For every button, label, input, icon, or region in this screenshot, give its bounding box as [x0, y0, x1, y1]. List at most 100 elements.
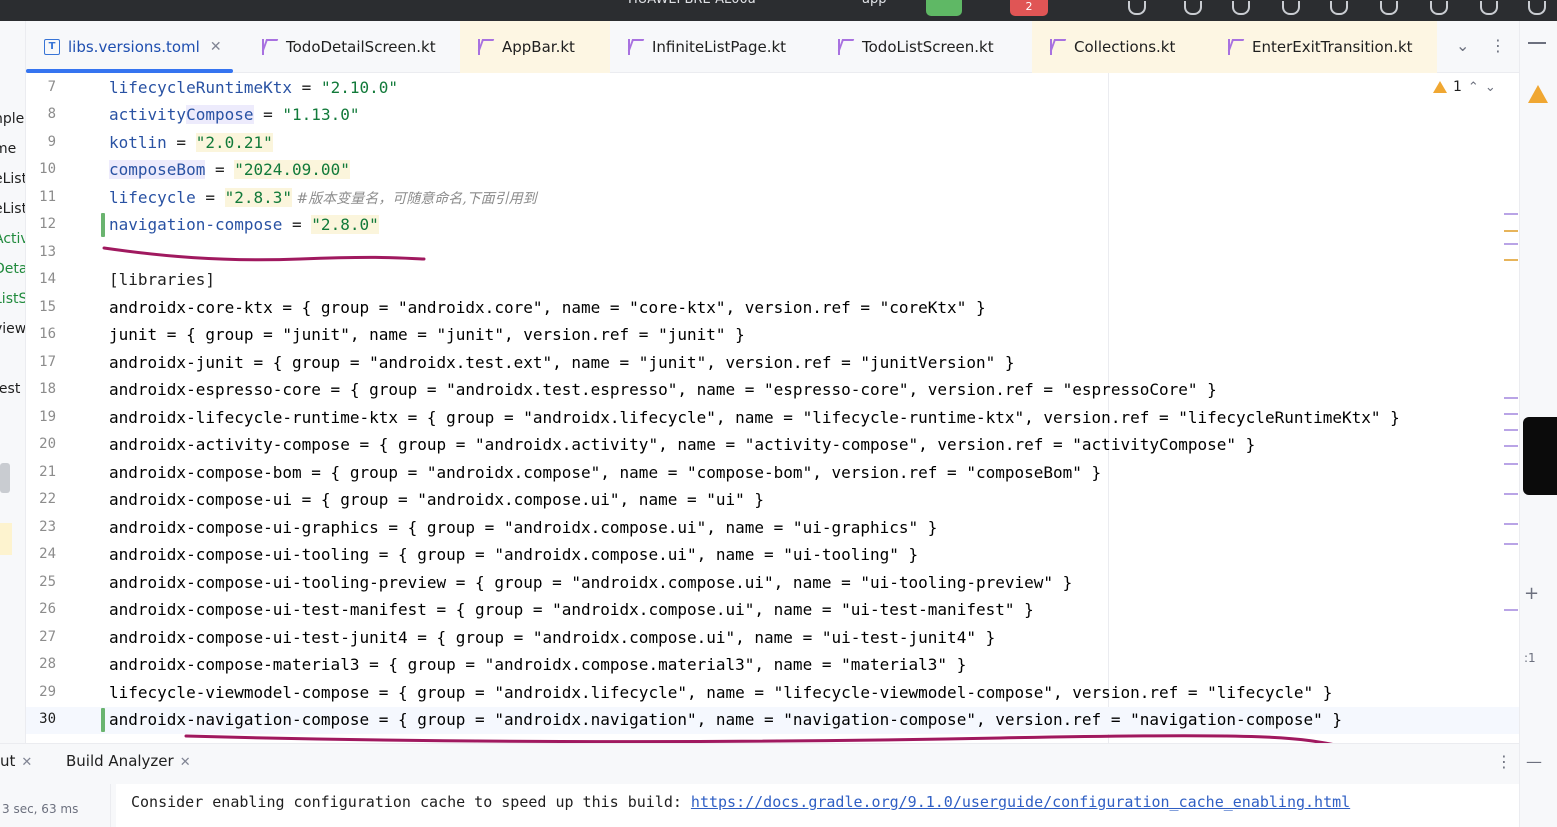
- stripe-marker[interactable]: [1504, 523, 1518, 525]
- line-number: 28: [39, 656, 56, 672]
- tab-build-output[interactable]: ut ✕: [0, 752, 32, 770]
- line-number: 14: [39, 271, 56, 287]
- project-item[interactable]: nple: [0, 111, 24, 127]
- stripe-marker[interactable]: [1504, 493, 1518, 495]
- toml-eq: =: [292, 78, 321, 97]
- stripe-marker[interactable]: [1504, 259, 1518, 261]
- toml-key: navigation-compose: [109, 215, 283, 234]
- line-number: 29: [39, 684, 56, 700]
- run-button[interactable]: [926, 0, 962, 16]
- previous-highlight-icon[interactable]: ⌃: [1468, 80, 1479, 95]
- code-line-12: navigation-compose = "2.8.0": [109, 214, 379, 236]
- tab-enter-exit-transition[interactable]: EnterExitTransition.kt: [1210, 21, 1437, 73]
- build-console[interactable]: Consider enabling configuration cache to…: [116, 784, 1519, 827]
- translate-icon[interactable]: [1232, 1, 1250, 15]
- line-number: 19: [39, 409, 56, 425]
- console-message: Consider enabling configuration cache to…: [131, 793, 691, 811]
- tab-libs-versions-toml[interactable]: T libs.versions.toml ✕: [26, 21, 244, 73]
- tab-list-chevron-icon[interactable]: ⌄: [1456, 36, 1469, 55]
- profiler-icon[interactable]: [1282, 1, 1300, 15]
- line-number: 17: [39, 354, 56, 370]
- stripe-marker[interactable]: [1504, 543, 1518, 545]
- floating-toolbar-handle[interactable]: [1523, 417, 1557, 495]
- code-line-14: [libraries]: [109, 269, 215, 291]
- vcs-change-marker[interactable]: [101, 213, 105, 237]
- code-line-26: androidx-compose-ui-test-manifest = { gr…: [109, 600, 1034, 619]
- stripe-marker[interactable]: [1504, 429, 1518, 431]
- mirror-icon[interactable]: [1330, 1, 1348, 15]
- project-item[interactable]: ListS: [0, 291, 25, 307]
- code-line-8: activityCompose = "1.13.0": [109, 104, 359, 126]
- kotlin-file-icon: [838, 39, 854, 55]
- line-number: 30: [39, 711, 56, 727]
- close-tab-icon[interactable]: ✕: [21, 755, 32, 770]
- kotlin-file-icon: [262, 39, 278, 55]
- project-item[interactable]: eList: [0, 201, 25, 217]
- project-item[interactable]: Deta: [0, 261, 25, 277]
- assistant-icon[interactable]: [1430, 1, 1448, 15]
- stripe-marker[interactable]: [1504, 445, 1518, 447]
- code-line-25: androidx-compose-ui-tooling-preview = { …: [109, 573, 1073, 592]
- minimize-icon[interactable]: [1528, 42, 1546, 44]
- device-manager-icon[interactable]: [1184, 1, 1202, 15]
- close-tab-icon[interactable]: ✕: [180, 755, 191, 770]
- hide-panel-icon[interactable]: —: [1526, 752, 1542, 771]
- vcs-change-marker[interactable]: [101, 708, 105, 732]
- code-line-27: androidx-compose-ui-test-junit4 = { grou…: [109, 628, 996, 647]
- project-item[interactable]: eList: [0, 171, 25, 187]
- project-item[interactable]: me: [0, 141, 16, 157]
- tab-build-analyzer[interactable]: Build Analyzer ✕: [66, 752, 191, 770]
- tab-label: ut: [0, 752, 16, 770]
- configuration-cache-link[interactable]: https://docs.gradle.org/9.1.0/userguide/…: [691, 793, 1350, 811]
- right-tool-strip: + :1: [1519, 21, 1557, 827]
- toml-key: lifecycle: [109, 188, 196, 207]
- toml-eq: =: [253, 105, 283, 124]
- stripe-marker[interactable]: [1504, 413, 1518, 415]
- tab-todo-detail-screen[interactable]: TodoDetailScreen.kt: [244, 21, 460, 73]
- code-editor[interactable]: 7 8 9 10 11 12 13 14 15 16 17 18 19 20 2…: [26, 73, 1519, 743]
- project-scrollbar[interactable]: [0, 463, 10, 493]
- inspection-widget[interactable]: 1 ⌃ ⌄: [1433, 79, 1496, 95]
- stripe-marker[interactable]: [1504, 397, 1518, 399]
- panel-divider[interactable]: [110, 784, 111, 827]
- stripe-marker[interactable]: [1504, 609, 1518, 611]
- tab-options-icon[interactable]: ⋮: [1490, 36, 1506, 55]
- zoom-in-icon[interactable]: +: [1524, 583, 1539, 604]
- toml-file-icon: T: [44, 39, 60, 55]
- stripe-marker[interactable]: [1504, 213, 1518, 215]
- notifications-warning-icon[interactable]: [1528, 85, 1548, 103]
- layout-inspector-icon[interactable]: [1380, 1, 1398, 15]
- problems-badge[interactable]: 2: [1010, 0, 1048, 16]
- settings-gear-icon[interactable]: [1528, 1, 1546, 15]
- line-number: 23: [39, 519, 56, 535]
- project-item[interactable]: view: [0, 321, 25, 337]
- tab-collections[interactable]: Collections.kt: [1032, 21, 1210, 73]
- code-line-22: androidx-compose-ui = { group = "android…: [109, 490, 765, 509]
- code-line-20: androidx-activity-compose = { group = "a…: [109, 435, 1256, 454]
- toml-value: "2.10.0": [320, 78, 398, 97]
- device-selector[interactable]: HUAWEI BRE-AL00a: [628, 0, 756, 10]
- project-selected-row: [0, 523, 12, 555]
- stripe-marker[interactable]: [1504, 230, 1518, 232]
- next-highlight-icon[interactable]: ⌄: [1485, 80, 1496, 95]
- tab-app-bar[interactable]: AppBar.kt: [460, 21, 610, 73]
- line-number: 9: [47, 134, 56, 150]
- toml-value: "2024.09.00": [234, 160, 350, 179]
- run-config-selector[interactable]: app: [862, 0, 886, 10]
- sync-icon[interactable]: [1128, 1, 1146, 15]
- close-tab-icon[interactable]: ✕: [210, 39, 222, 55]
- tab-infinite-list-page[interactable]: InfiniteListPage.kt: [610, 21, 820, 73]
- toml-section-header: [libraries]: [109, 270, 215, 289]
- toml-value: "1.13.0": [282, 105, 360, 124]
- project-item[interactable]: fest: [0, 381, 20, 397]
- panel-options-icon[interactable]: ⋮: [1496, 752, 1512, 771]
- code-line-17: androidx-junit = { group = "androidx.tes…: [109, 353, 1015, 372]
- stripe-marker[interactable]: [1504, 463, 1518, 465]
- stripe-marker[interactable]: [1504, 243, 1518, 245]
- project-item[interactable]: Activ: [0, 231, 25, 247]
- code-line-9: kotlin = "2.0.21": [109, 132, 273, 154]
- tab-todo-list-screen[interactable]: TodoListScreen.kt: [820, 21, 1032, 73]
- problems-count: 2: [1025, 0, 1033, 13]
- search-icon[interactable]: [1480, 1, 1498, 15]
- line-number: 12: [39, 216, 56, 232]
